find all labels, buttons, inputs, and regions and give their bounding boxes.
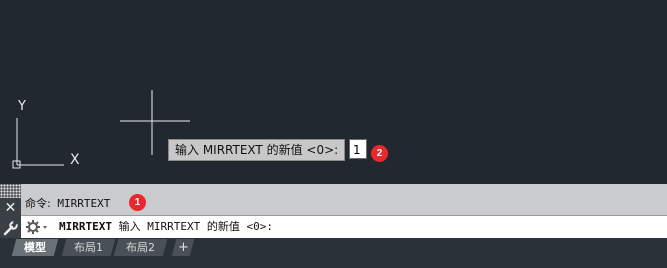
customize-gear-icon[interactable] <box>25 219 49 235</box>
tab-layout1[interactable]: 布局1 <box>61 239 116 256</box>
tab-layout1-label: 布局1 <box>74 241 103 254</box>
add-layout-button[interactable]: + <box>171 239 195 256</box>
plus-icon: + <box>177 240 189 255</box>
command-window-side-buttons: ✕ <box>0 198 21 238</box>
command-history: 命令: MIRRTEXT <box>21 194 667 214</box>
ucs-icon: Y X <box>12 99 80 169</box>
step-badge-1: 1 <box>129 194 146 211</box>
tab-layout2[interactable]: 布局2 <box>113 239 168 256</box>
tab-model-label: 模型 <box>24 241 46 254</box>
dynamic-input-field[interactable]: 1 <box>349 139 367 159</box>
drag-grip-handle[interactable] <box>0 184 21 198</box>
layout-tab-bar: 模型 布局1 布局2 + <box>0 238 667 268</box>
ucs-y-label: Y <box>17 99 26 114</box>
command-line-input[interactable]: MIRRTEXT 输入 MIRRTEXT 的新值 <0>: <box>21 215 667 238</box>
step-badge-2: 2 <box>371 145 388 162</box>
tab-model[interactable]: 模型 <box>11 239 59 256</box>
command-line-prompt: 输入 MIRRTEXT 的新值 <0>: <box>118 220 273 233</box>
ucs-x-label: X <box>70 152 80 168</box>
drawing-canvas[interactable]: Y X 输入 MIRRTEXT 的新值 <0>: 1 2 <box>0 0 667 184</box>
wrench-icon[interactable] <box>2 220 19 237</box>
history-command: MIRRTEXT <box>57 197 111 210</box>
tab-layout2-label: 布局2 <box>126 241 155 254</box>
command-line-command: MIRRTEXT <box>59 220 112 233</box>
history-prefix: 命令: <box>25 197 51 210</box>
command-window: ✕ 命令: MIRRTEXT 1 MIRRTEXT 输入 MIRRTEXT 的新… <box>0 184 667 238</box>
close-icon[interactable]: ✕ <box>0 198 21 218</box>
command-line-text: MIRRTEXT 输入 MIRRTEXT 的新值 <0>: <box>59 216 273 238</box>
dynamic-input-prompt: 输入 MIRRTEXT 的新值 <0>: <box>168 139 346 161</box>
